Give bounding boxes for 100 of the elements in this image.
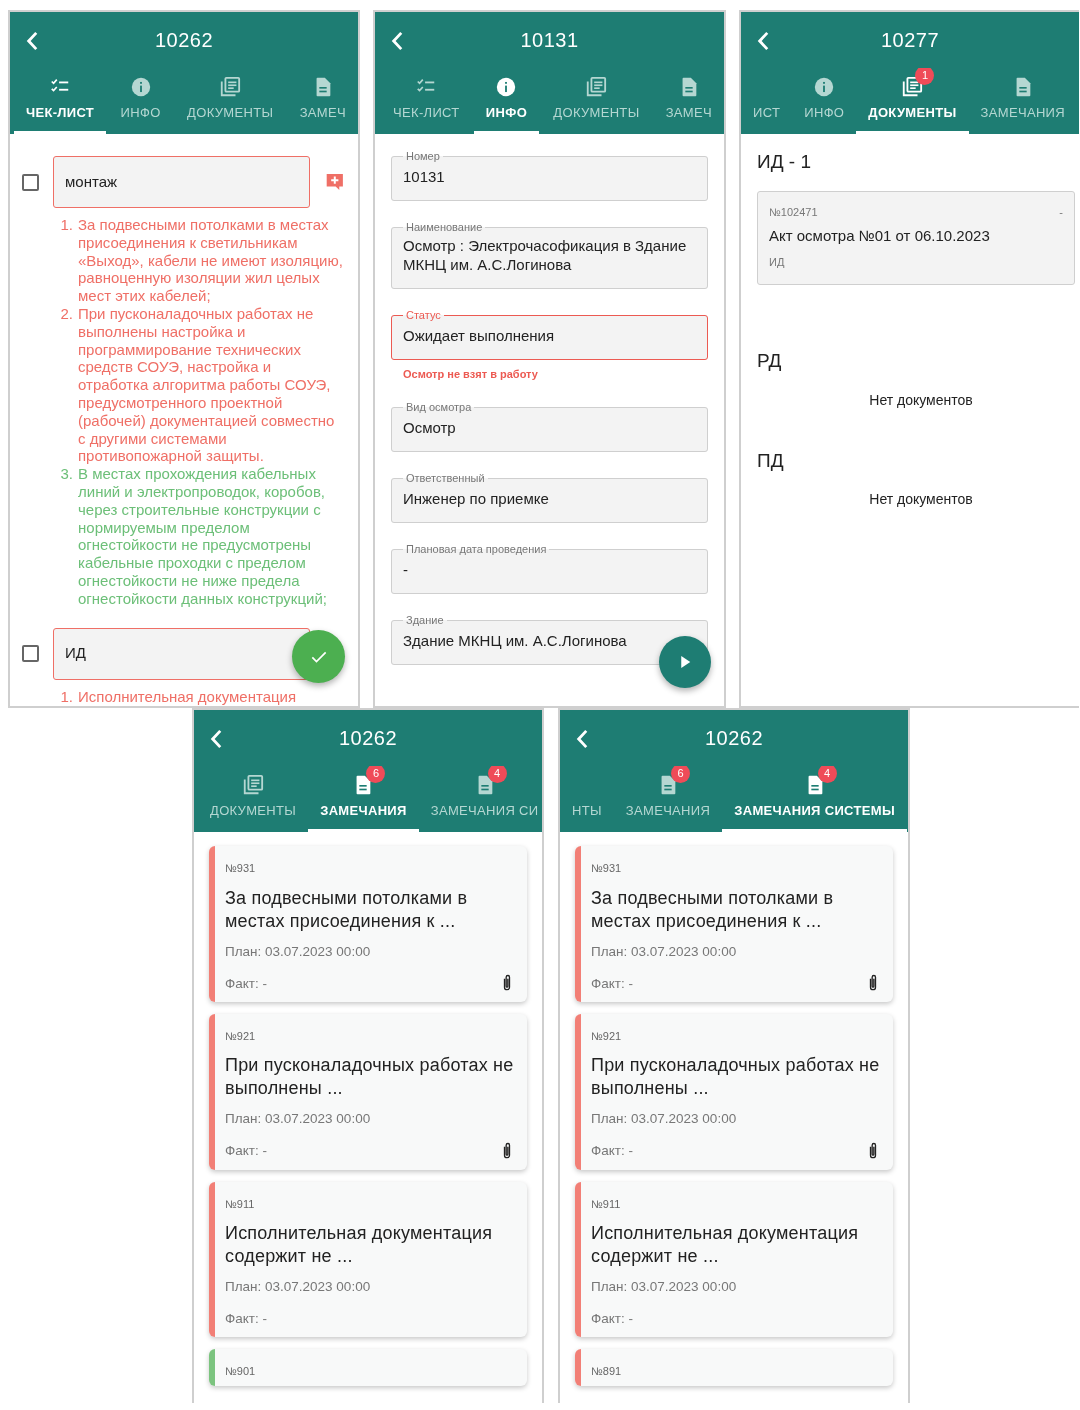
field-label: Плановая дата проведения bbox=[405, 542, 548, 556]
fact-date: Факт: - bbox=[225, 974, 267, 993]
confirm-button[interactable] bbox=[292, 630, 345, 683]
remark-number: №891 bbox=[591, 1364, 623, 1380]
document-card[interactable]: №102471 - Акт осмотра №01 от 06.10.2023 ИД bbox=[757, 190, 1075, 285]
screen-title: 10277 bbox=[880, 28, 940, 53]
fact-date: Факт: - bbox=[591, 1142, 633, 1161]
field-value: 10131 bbox=[403, 167, 445, 186]
remark-card[interactable]: №911 Исполнительная документация содержит не ... План: 03.07.2023 00:00 Факт: - bbox=[575, 1181, 893, 1338]
play-button[interactable] bbox=[659, 636, 711, 688]
tab[interactable]: ИНФО bbox=[473, 68, 540, 134]
field-value: Инженер по приемке bbox=[403, 488, 549, 508]
field-label: Вид осмотра bbox=[405, 400, 473, 414]
remark-card[interactable]: №901 bbox=[209, 1349, 527, 1386]
field-value: Осмотр : Электрочасофикация в Здание МКНЦ им. А.С.Логинова bbox=[403, 236, 688, 274]
tab[interactable]: 4 ЗАМЕЧАНИЯ СИ bbox=[418, 766, 542, 832]
item-field[interactable]: монтаж bbox=[53, 156, 311, 208]
field-value: Здание МКНЦ им. А.С.Логинова bbox=[403, 630, 627, 650]
tab[interactable]: ИСТ bbox=[741, 68, 793, 134]
item-field[interactable]: ИД bbox=[53, 627, 311, 680]
remark-card[interactable]: №911 Исполнительная документация содержит не ... План: 03.07.2023 00:00 Факт: - bbox=[209, 1181, 527, 1338]
remark-card[interactable]: №931 За подвесными потолками в местах присоединения к ... План: 03.07.2023 00:00 Факт: - bbox=[209, 846, 527, 1002]
remark-title: За подвесными потолками в местах присоединения к ... bbox=[591, 886, 835, 933]
remark-number: №911 bbox=[225, 1196, 256, 1212]
remark-title: При пусконаладочных работах не выполнены ... bbox=[591, 1054, 881, 1101]
tab[interactable]: ЗАМЕЧАНИЯ bbox=[968, 68, 1077, 134]
field-label: Наименование bbox=[405, 221, 484, 234]
section-heading: ИД - 1 bbox=[757, 150, 812, 174]
tab[interactable]: 6 ЗАМЕЧАНИЯ bbox=[308, 766, 419, 832]
plan-date: План: 03.07.2023 00:00 bbox=[225, 942, 372, 961]
tab[interactable]: ЗАМЕЧ bbox=[287, 68, 358, 134]
screen-title: 10262 bbox=[704, 726, 764, 751]
remark-number: №901 bbox=[225, 1364, 257, 1380]
remark-number: №931 bbox=[225, 861, 257, 876]
tab[interactable]: НТЫ bbox=[560, 766, 614, 832]
field-value: - bbox=[403, 559, 408, 579]
info-icon bbox=[129, 76, 152, 98]
tab[interactable]: ДОКУМЕНТЫ bbox=[541, 68, 652, 134]
documents-icon bbox=[219, 76, 242, 98]
document-title: Акт осмотра №01 от 06.10.2023 bbox=[769, 226, 991, 246]
info-icon bbox=[495, 76, 518, 98]
remark-title: Исполнительная документация содержит не ... bbox=[225, 1222, 494, 1268]
document-date: - bbox=[1059, 204, 1063, 220]
remark-text: В местах прохождения кабельных линий и электропроводок, коробов, через строительные конструкции с нормируемым пределом огнестойкости не предусмотрены кабельные проходки с пределом огнестойкости не ниже предела огнестойкости данных конструкций; bbox=[78, 465, 328, 608]
screen-title: 10262 bbox=[338, 726, 398, 751]
remark-card[interactable]: №921 При пусконаладочных работах не выполнены ... План: 03.07.2023 00:00 Факт: - bbox=[209, 1013, 527, 1170]
remark-number: 2. bbox=[60, 305, 73, 324]
checkbox[interactable] bbox=[22, 645, 39, 663]
remark-number: №921 bbox=[225, 1028, 257, 1044]
tab[interactable]: ЧЕК-ЛИСТ bbox=[381, 68, 472, 134]
remark-title: За подвесными потолками в местах присоединения к ... bbox=[225, 886, 469, 933]
field-label: Номер bbox=[405, 150, 441, 163]
checkbox[interactable] bbox=[22, 173, 39, 191]
count-badge: 4 bbox=[487, 766, 507, 783]
count-badge: 1 bbox=[915, 68, 935, 85]
tab[interactable]: 6 ЗАМЕЧАНИЯ bbox=[613, 766, 723, 832]
remark-number: 1. bbox=[60, 687, 73, 706]
tab[interactable]: ДОКУМЕНТЫ bbox=[198, 766, 309, 832]
plan-date: План: 03.07.2023 00:00 bbox=[591, 1110, 738, 1129]
count-badge: 6 bbox=[671, 766, 690, 783]
remark-number: 3. bbox=[60, 465, 73, 485]
tab[interactable]: ИНФО bbox=[792, 68, 857, 134]
helper-text: Осмотр не взят в работу bbox=[402, 367, 539, 382]
remark-card[interactable]: №891 bbox=[575, 1349, 893, 1386]
documents-icon bbox=[585, 76, 608, 98]
tab[interactable]: ЗАМЕЧ bbox=[653, 68, 724, 134]
fact-date: Факт: - bbox=[225, 1310, 267, 1328]
plan-date: План: 03.07.2023 00:00 bbox=[591, 1278, 738, 1296]
count-badge: 6 bbox=[366, 766, 386, 783]
tab[interactable]: ЧЕК-ЛИСТ bbox=[14, 68, 107, 134]
tab[interactable]: 4 ЗАМЕЧАНИЯ СИСТЕМЫ bbox=[722, 766, 907, 832]
plan-date: План: 03.07.2023 00:00 bbox=[591, 942, 738, 961]
section-heading: РД bbox=[757, 349, 783, 373]
plan-date: План: 03.07.2023 00:00 bbox=[225, 1278, 372, 1296]
remark-title: Исполнительная документация содержит не ... bbox=[591, 1222, 860, 1268]
remark-card[interactable]: №931 За подвесными потолками в местах присоединения к ... План: 03.07.2023 00:00 Факт: - bbox=[575, 846, 893, 1002]
remark-text: Исполнительная документация bbox=[78, 687, 297, 706]
remark-number: №921 bbox=[591, 1028, 623, 1044]
remark-number: №911 bbox=[591, 1196, 622, 1212]
remark-text: При пусконаладочных работах не выполнены настройка и программирование технических средств СОУЭ, настройка и отработка алгоритма работы СОУЭ, предусмотренного проектной (рабочей) документацией совместно с другими системами противопожарной защиты. bbox=[78, 305, 336, 466]
count-badge: 4 bbox=[817, 766, 837, 783]
remark-text: За подвесными потолками в местах присоединения к светильникам «Выход», кабели не имеют изоляцию, равноценную изоляции жил целых мест этих кабелей; bbox=[78, 216, 344, 305]
tab[interactable]: ДОКУМЕНТЫ bbox=[175, 68, 286, 134]
field-label: Ответственный bbox=[405, 471, 486, 485]
plan-date: План: 03.07.2023 00:00 bbox=[225, 1110, 372, 1129]
fact-date: Факт: - bbox=[591, 974, 633, 993]
tab[interactable]: 1 ДОКУМЕНТЫ bbox=[856, 68, 969, 134]
document-number: №102471 bbox=[769, 204, 818, 220]
remark-number: №931 bbox=[591, 861, 623, 876]
screen-title: 10131 bbox=[520, 28, 579, 53]
screen-title: 10262 bbox=[154, 28, 214, 53]
field-value: Ожидает выполнения bbox=[403, 326, 555, 345]
remark-title: При пусконаладочных работах не выполнены ... bbox=[225, 1054, 515, 1101]
remark-card[interactable]: №921 При пусконаладочных работах не выполнены ... План: 03.07.2023 00:00 Факт: - bbox=[575, 1013, 893, 1170]
tab[interactable]: ИНФО bbox=[108, 68, 173, 134]
empty-message: Нет документов bbox=[869, 390, 973, 410]
info-icon bbox=[813, 76, 836, 98]
documents-icon bbox=[901, 76, 924, 98]
fact-date: Факт: - bbox=[591, 1310, 633, 1328]
empty-message: Нет документов bbox=[869, 490, 973, 509]
